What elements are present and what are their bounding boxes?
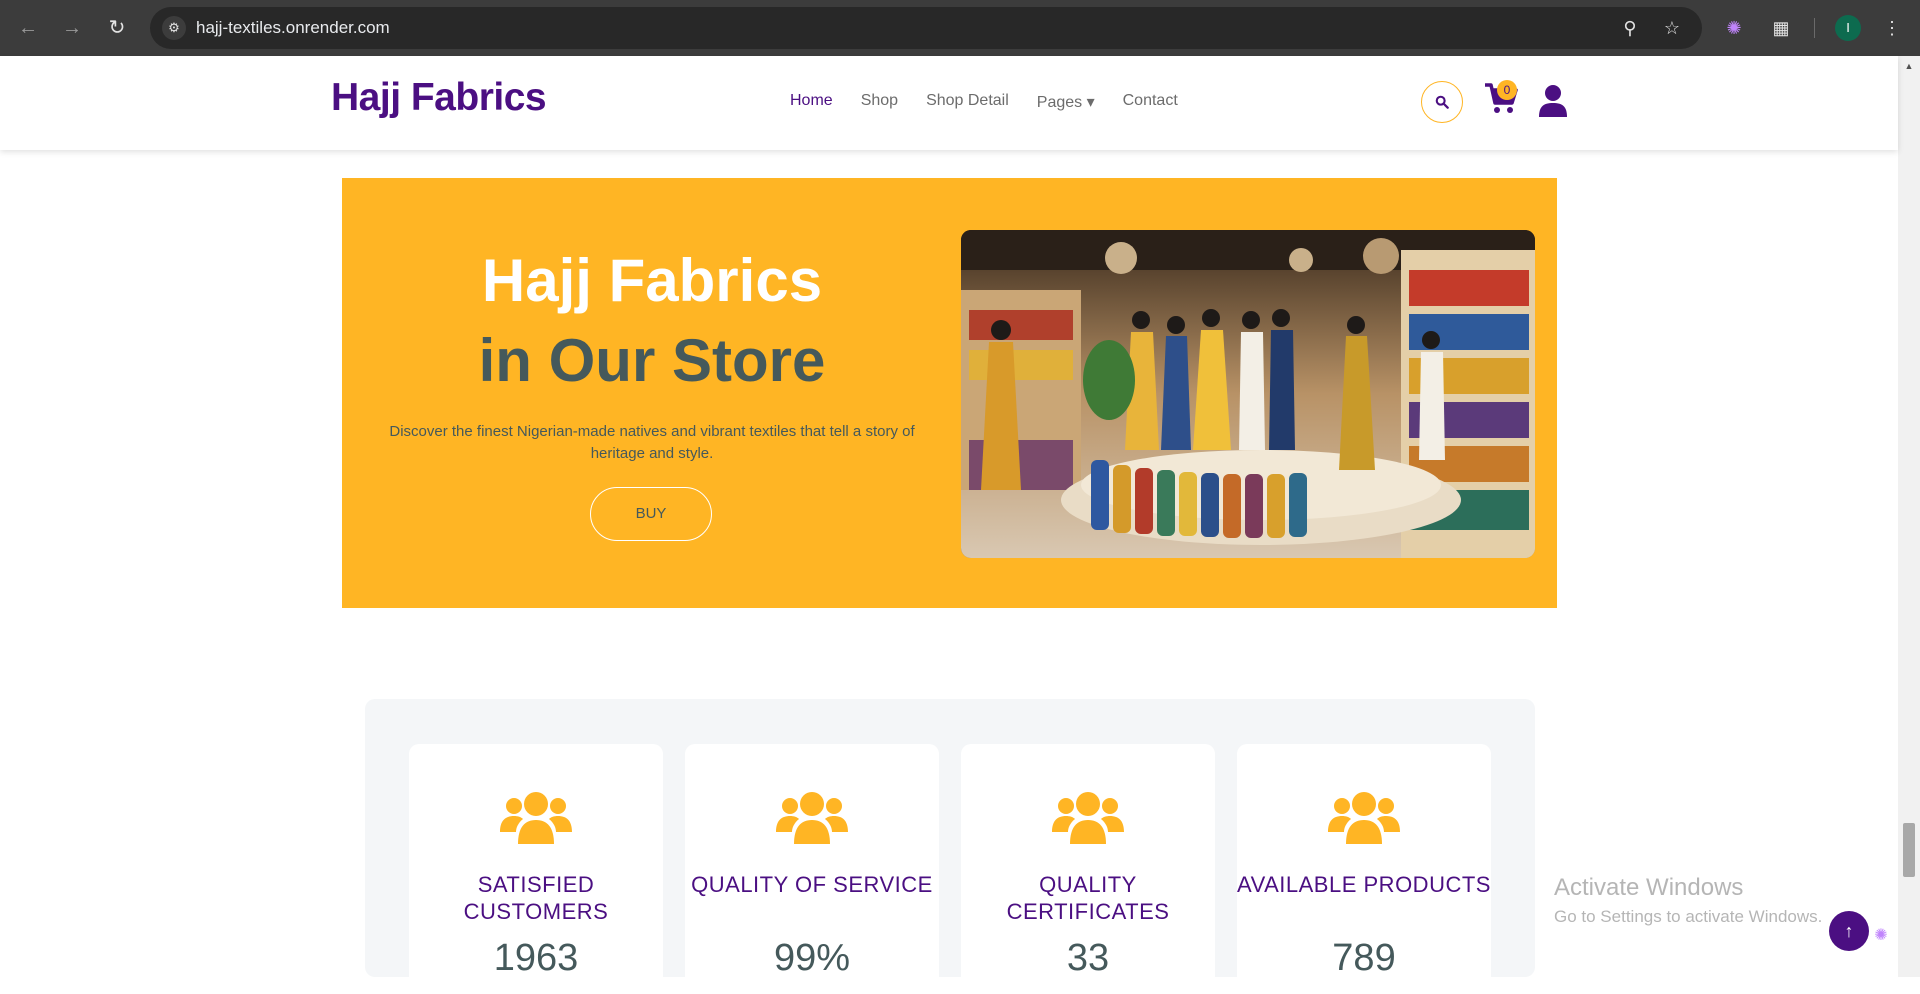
scroll-up-arrow-icon[interactable]: ▲ [1903, 60, 1915, 72]
back-icon[interactable]: ← [14, 14, 42, 42]
nav-shop[interactable]: Shop [861, 92, 898, 112]
stat-label: AVAILABLE PRODUCTS [1237, 872, 1491, 897]
user-icon [1539, 85, 1567, 117]
reload-icon[interactable]: ↻ [103, 14, 131, 42]
stat-value: 1963 [493, 937, 579, 979]
users-icon [1052, 792, 1124, 844]
stat-card: SATISFIED CUSTOMERS 1963 [409, 744, 663, 994]
menu-kebab-icon[interactable]: ⋮ [1878, 14, 1906, 42]
forward-icon[interactable]: → [58, 14, 86, 42]
users-icon [776, 792, 848, 844]
address-bar[interactable]: ⚙ hajj-textiles.onrender.com ⚲ ☆ [150, 7, 1702, 49]
nav-contact[interactable]: Contact [1123, 92, 1178, 112]
nav-home[interactable]: Home [790, 92, 833, 112]
stats-section: SATISFIED CUSTOMERS 1963 QUALITY OF SERV… [365, 699, 1535, 994]
stat-value: 99% [773, 937, 851, 979]
scrollbar-thumb[interactable] [1903, 823, 1915, 877]
main-nav: Home Shop Shop Detail Pages ▾ Contact [790, 92, 1206, 112]
arrow-up-icon: ↑ [1844, 921, 1854, 941]
profile-avatar[interactable]: I [1835, 15, 1861, 41]
windows-activation-subtitle: Go to Settings to activate Windows. [1554, 907, 1823, 926]
users-icon [1328, 792, 1400, 844]
stat-label: SATISFIED CUSTOMERS [463, 872, 609, 924]
browser-toolbar: ← → ↻ ⚙ hajj-textiles.onrender.com ⚲ ☆ ✺… [0, 0, 1920, 56]
store-showroom-image [961, 230, 1535, 558]
stat-card: QUALITY OF SERVICE 99% [685, 744, 939, 994]
stat-value: 789 [1332, 937, 1396, 979]
user-account-button[interactable] [1538, 84, 1570, 120]
nav-shop-detail[interactable]: Shop Detail [926, 92, 1009, 112]
windows-activation-title: Activate Windows [1554, 874, 1744, 901]
hero-banner: Hajj Fabrics in Our Store Discover the f… [342, 178, 1557, 608]
floating-extension-icon[interactable]: ✺ [1869, 924, 1893, 948]
brand-logo[interactable]: Hajj Fabrics [331, 76, 547, 120]
stat-label: QUALITY OF SERVICE [691, 872, 933, 897]
cart-count-badge: 0 [1497, 80, 1517, 100]
stat-value: 33 [1066, 937, 1110, 979]
hero-description: Discover the finest Nigerian-made native… [389, 423, 915, 462]
hero-title: Hajj Fabrics [481, 247, 823, 314]
extension-brain-icon[interactable]: ✺ [1720, 14, 1748, 42]
back-to-top-button[interactable]: ↑ [1829, 911, 1869, 951]
extensions-puzzle-icon[interactable]: ▦ [1767, 14, 1795, 42]
site-info-icon[interactable]: ⚙ [162, 16, 186, 40]
stat-card: QUALITY CERTIFICATES 33 [961, 744, 1215, 994]
bookmark-star-icon[interactable]: ☆ [1660, 16, 1684, 40]
toolbar-divider [1814, 18, 1815, 38]
search-icon [1435, 95, 1449, 109]
zoom-icon[interactable]: ⚲ [1618, 16, 1642, 40]
hero-subtitle: in Our Store [478, 327, 826, 394]
url-text[interactable]: hajj-textiles.onrender.com [196, 18, 390, 38]
buy-button[interactable]: BUY [590, 487, 712, 541]
stat-card: AVAILABLE PRODUCTS 789 [1237, 744, 1491, 994]
search-button[interactable] [1421, 81, 1463, 123]
users-icon [500, 792, 572, 844]
stat-label: QUALITY CERTIFICATES [1006, 872, 1170, 924]
site-header: Hajj Fabrics Home Shop Shop Detail Pages… [0, 56, 1898, 150]
nav-pages[interactable]: Pages ▾ [1037, 92, 1095, 112]
